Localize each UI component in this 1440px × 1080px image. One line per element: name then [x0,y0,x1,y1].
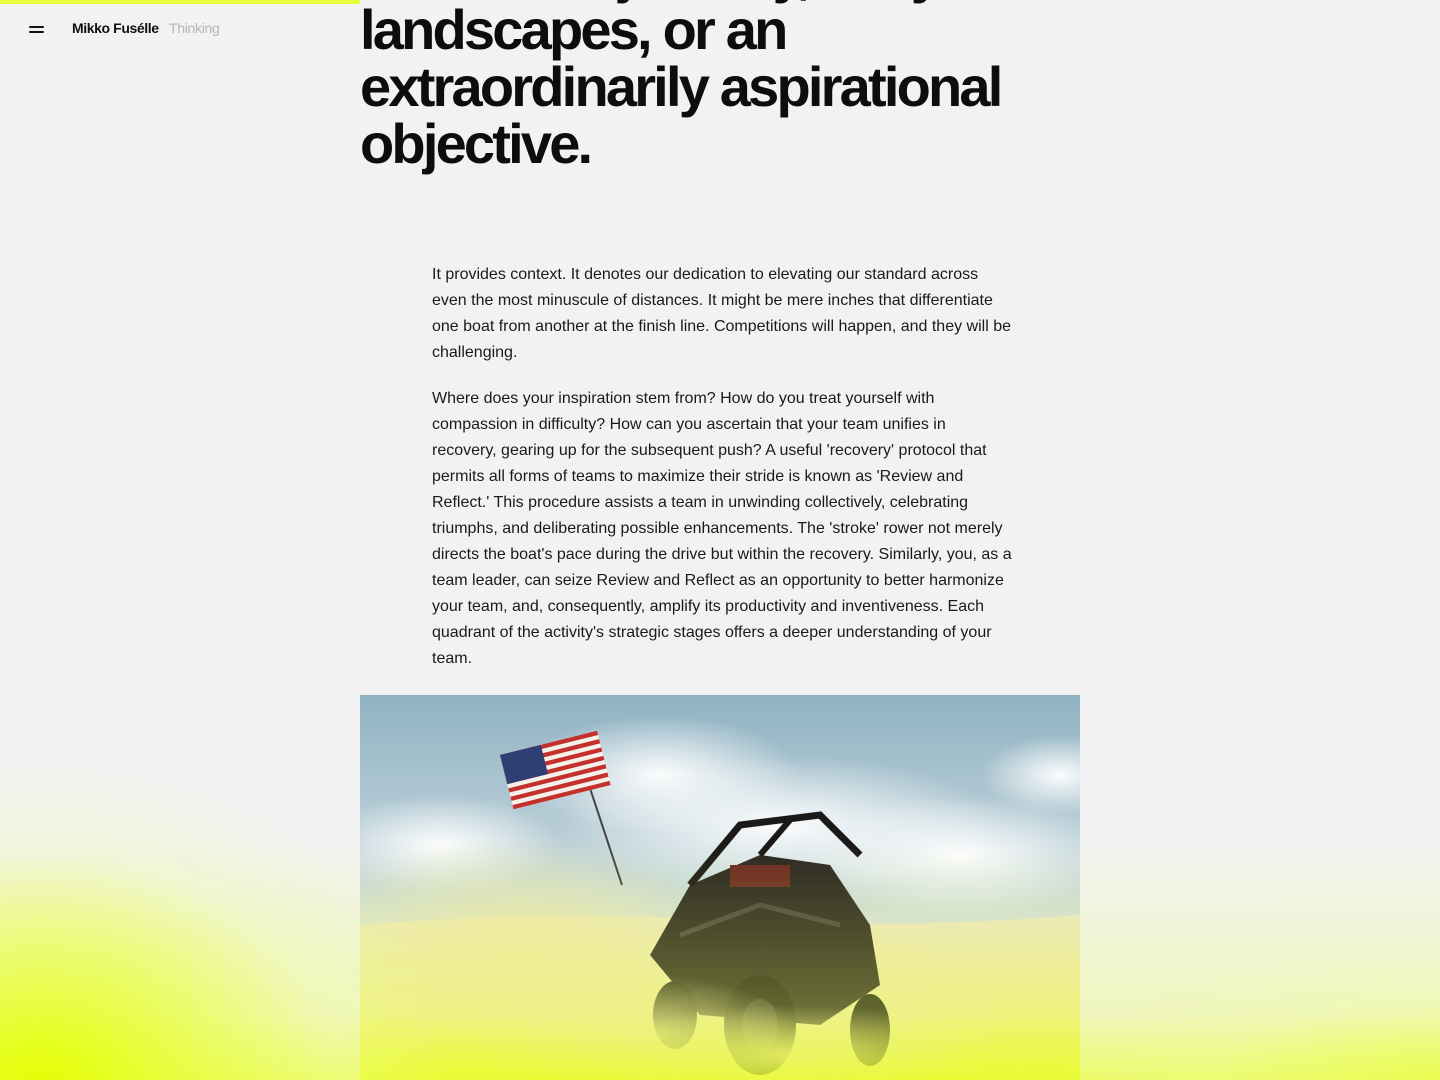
page: Mikko Fusélle Thinking uncharted journey… [0,0,1440,1080]
menu-line-top [29,26,44,28]
brand-link[interactable]: Mikko Fusélle [72,20,159,36]
hamburger-menu-icon[interactable] [24,16,50,42]
article-paragraph: It provides context. It denotes our dedi… [432,266,1012,361]
site-header: Mikko Fusélle Thinking [0,0,360,60]
article-body: It provides context. It denotes our dedi… [432,262,1012,692]
article-headline: uncharted journey, risky landscapes, or … [360,0,1003,175]
section-link-thinking[interactable]: Thinking [169,20,220,36]
reading-progress-bar [0,0,360,4]
article-paragraph: Where does your inspiration stem from? H… [432,390,1012,667]
hero-image-dune-buggy [360,695,1080,1080]
menu-line-bottom [29,31,44,33]
